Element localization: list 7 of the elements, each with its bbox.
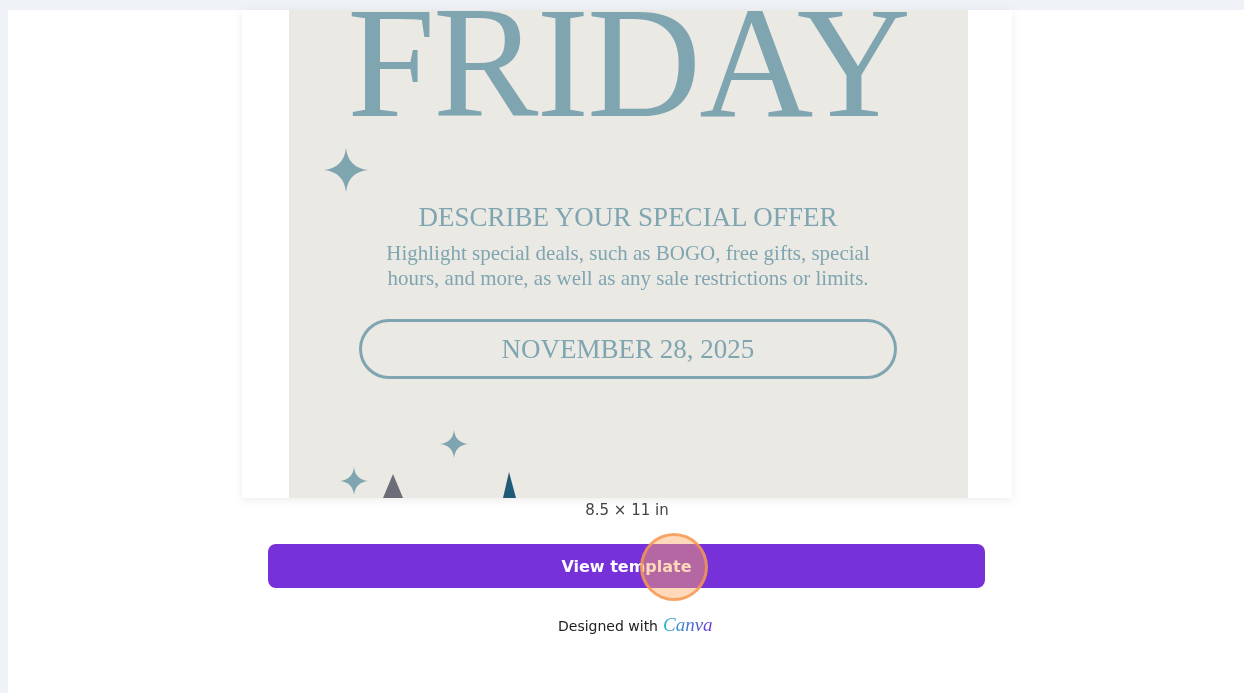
view-template-button[interactable]: View template: [268, 544, 985, 588]
flyer-subheading: DESCRIBE YOUR SPECIAL OFFER: [418, 202, 838, 233]
flyer-date: NOVEMBER 28, 2025: [359, 319, 897, 379]
flyer-headline: FRIDAY: [347, 10, 909, 138]
credit-text: Designed with: [558, 618, 658, 634]
flyer-body: Highlight special deals, such as BOGO, free gifts, special hours, and more, as well as any sale restrictions or limits.: [385, 241, 871, 291]
size-label: 8.5 × 11 in: [585, 501, 669, 519]
